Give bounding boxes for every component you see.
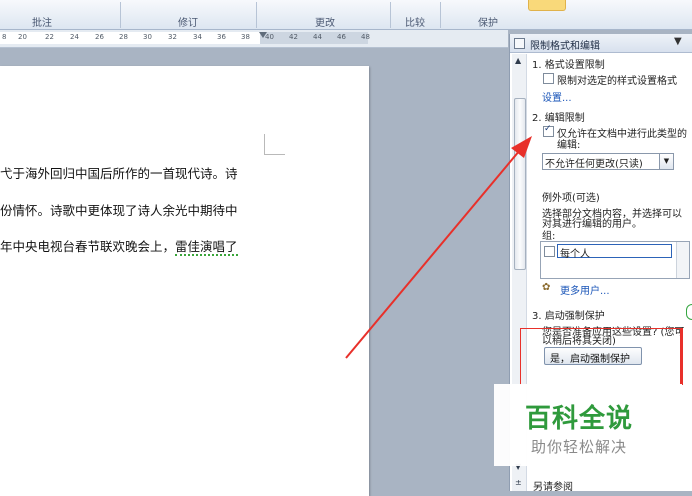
watermark-title: 百科全说 [524,404,633,434]
watermark-logo: 百科全说 助你轻松解决 [494,384,664,466]
watermark-subtitle: 助你轻松解决 [530,438,627,456]
